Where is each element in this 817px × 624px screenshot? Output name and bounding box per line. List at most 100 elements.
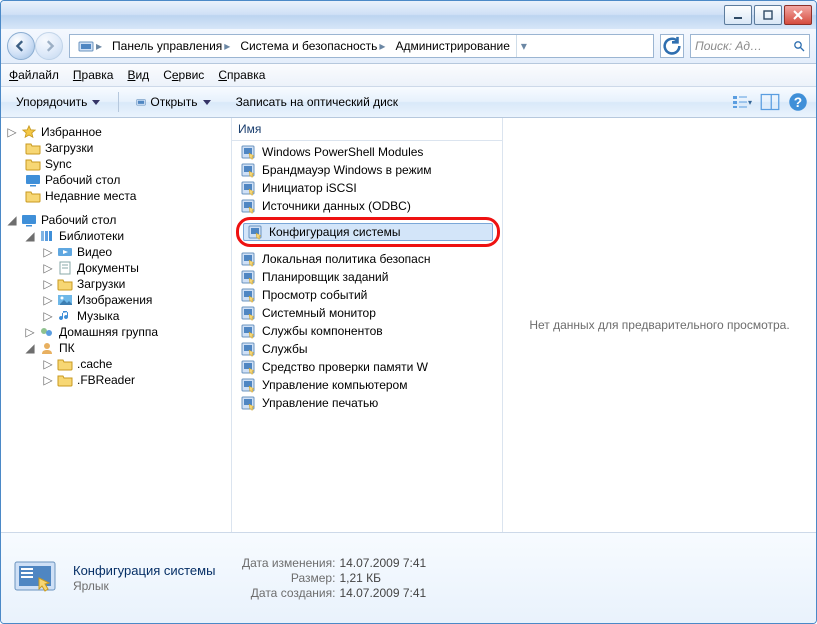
expand-arrow-icon[interactable]: ▷	[7, 125, 17, 139]
list-item[interactable]: Брандмауэр Windows в режим	[236, 161, 502, 179]
list-item[interactable]: Управление печатью	[236, 394, 502, 412]
breadcrumb-root[interactable]: ▸	[74, 39, 106, 53]
tree-label: Музыка	[77, 309, 119, 323]
details-label: Дата создания:	[235, 586, 335, 600]
details-row: Дата изменения:14.07.2009 7:41	[235, 556, 426, 570]
list-item[interactable]: Системный монитор	[236, 304, 502, 322]
maximize-button[interactable]	[754, 5, 782, 25]
homegroup-icon	[39, 325, 55, 339]
tree-label: Домашняя группа	[59, 325, 158, 339]
list-item[interactable]: Средство проверки памяти W	[236, 358, 502, 376]
tree-item[interactable]: Загрузки	[5, 140, 227, 156]
menu-label: рвис	[179, 68, 205, 82]
tree-label: Рабочий стол	[41, 213, 116, 227]
burn-label: Записать на оптический диск	[236, 95, 399, 109]
nav-tree[interactable]: ▷Избранное Загрузки Sync Рабочий стол Не…	[1, 118, 232, 532]
forward-button[interactable]	[35, 32, 63, 60]
tree-item[interactable]: Недавние места	[5, 188, 227, 204]
details-props: Дата изменения:14.07.2009 7:41 Размер:1,…	[235, 556, 426, 600]
tree-item[interactable]: ▷.cache	[5, 356, 227, 372]
details-value: 1,21 КБ	[339, 571, 381, 585]
shortcut-icon	[240, 341, 256, 357]
breadcrumb-dropdown[interactable]: ▾	[516, 35, 531, 57]
details-row: Дата создания:14.07.2009 7:41	[235, 586, 426, 600]
shortcut-icon	[240, 251, 256, 267]
column-label: Имя	[238, 122, 261, 136]
minimize-button[interactable]	[724, 5, 752, 25]
breadcrumb-label: Панель управления	[112, 39, 222, 53]
back-button[interactable]	[7, 32, 35, 60]
file-list-body[interactable]: Windows PowerShell Modules Брандмауэр Win…	[232, 141, 502, 532]
expand-arrow-icon[interactable]: ◢	[25, 229, 35, 243]
tree-label: Загрузки	[77, 277, 125, 291]
list-item[interactable]: Просмотр событий	[236, 286, 502, 304]
breadcrumb-seg-2[interactable]: Администрирование	[391, 39, 513, 53]
folder-icon	[25, 157, 41, 171]
tree-group-favorites: ▷Избранное Загрузки Sync Рабочий стол Не…	[5, 124, 227, 204]
list-item[interactable]: Службы	[236, 340, 502, 358]
menu-tools[interactable]: Сервис	[163, 68, 204, 82]
nav-back-forward	[7, 32, 63, 60]
details-title: Конфигурация системы	[73, 563, 215, 578]
list-item[interactable]: Службы компонентов	[236, 322, 502, 340]
list-item[interactable]: Локальная политика безопасн	[236, 250, 502, 268]
list-item[interactable]: Инициатор iSCSI	[236, 179, 502, 197]
folder-icon	[57, 357, 73, 371]
search-icon	[793, 40, 805, 52]
tree-desktop[interactable]: ◢ Рабочий стол	[5, 212, 227, 228]
breadcrumb[interactable]: ▸ Панель управления ▸ Система и безопасн…	[69, 34, 654, 58]
organize-button[interactable]: Упорядочить	[9, 92, 108, 112]
tree-item[interactable]: ▷.FBReader	[5, 372, 227, 388]
menubar: Файлайл Правка Вид Сервис Справка	[1, 64, 816, 87]
tree-label: ПК	[59, 341, 75, 355]
menu-view[interactable]: Вид	[127, 68, 149, 82]
menu-edit[interactable]: Правка	[73, 68, 114, 82]
tree-item[interactable]: ▷Музыка	[5, 308, 227, 324]
tree-homegroup[interactable]: ▷Домашняя группа	[5, 324, 227, 340]
help-button[interactable]: ?	[788, 92, 808, 112]
breadcrumb-label: Система и безопасность	[240, 39, 377, 53]
tree-item[interactable]: Sync	[5, 156, 227, 172]
desktop-icon	[25, 173, 41, 187]
expand-arrow-icon[interactable]: ◢	[25, 341, 35, 355]
list-item[interactable]: Управление компьютером	[236, 376, 502, 394]
list-item-label: Просмотр событий	[262, 288, 367, 302]
svg-text:?: ?	[794, 95, 802, 110]
breadcrumb-seg-0[interactable]: Панель управления ▸	[108, 39, 234, 53]
divider	[118, 92, 119, 112]
search-input[interactable]: Поиск: Ад…	[690, 34, 810, 58]
shortcut-icon	[240, 377, 256, 393]
tree-pc[interactable]: ◢ ПК	[5, 340, 227, 356]
list-item-label: Windows PowerShell Modules	[262, 145, 423, 159]
column-header-name[interactable]: Имя	[232, 118, 502, 141]
details-pane: Конфигурация системы Ярлык Дата изменени…	[1, 533, 816, 623]
breadcrumb-seg-1[interactable]: Система и безопасность ▸	[236, 39, 389, 53]
menu-file[interactable]: Файлайл	[9, 68, 59, 82]
expand-arrow-icon[interactable]: ◢	[7, 213, 17, 227]
tree-label: .FBReader	[77, 373, 135, 387]
close-button[interactable]	[784, 5, 812, 25]
tree-label: .cache	[77, 357, 112, 371]
view-mode-button[interactable]: ▾	[732, 92, 752, 112]
file-list: Имя Windows PowerShell Modules Брандмауэр…	[232, 118, 503, 532]
burn-button[interactable]: Записать на оптический диск	[229, 92, 406, 112]
titlebar	[1, 1, 816, 29]
desktop-icon	[21, 213, 37, 227]
tree-libraries[interactable]: ◢Библиотеки	[5, 228, 227, 244]
open-button[interactable]: Открыть	[129, 92, 218, 112]
highlight-callout: Конфигурация системы	[236, 217, 500, 247]
list-item-label: Источники данных (ODBC)	[262, 199, 411, 213]
tree-favorites[interactable]: ▷Избранное	[5, 124, 227, 140]
preview-pane-button[interactable]	[760, 92, 780, 112]
menu-help[interactable]: Справка	[218, 68, 265, 82]
tree-item[interactable]: ▷Изображения	[5, 292, 227, 308]
list-item[interactable]: Источники данных (ODBC)	[236, 197, 502, 215]
tree-item[interactable]: ▷Видео	[5, 244, 227, 260]
list-item[interactable]: Конфигурация системы	[243, 223, 493, 241]
refresh-button[interactable]	[660, 34, 684, 58]
list-item[interactable]: Планировщик заданий	[236, 268, 502, 286]
tree-item[interactable]: ▷Документы	[5, 260, 227, 276]
tree-item[interactable]: Рабочий стол	[5, 172, 227, 188]
tree-item[interactable]: ▷Загрузки	[5, 276, 227, 292]
list-item[interactable]: Windows PowerShell Modules	[236, 143, 502, 161]
